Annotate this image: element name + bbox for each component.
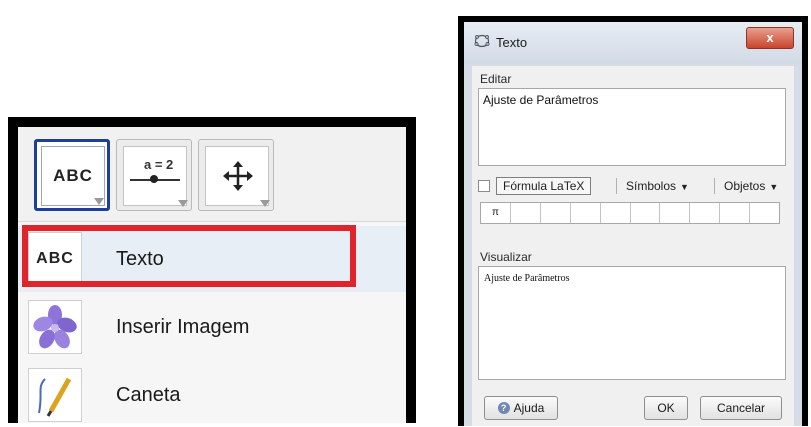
caret-down-icon: ▼ <box>769 182 779 192</box>
symbol-cell[interactable] <box>750 203 779 223</box>
menu-item-label: Inserir Imagem <box>116 315 250 338</box>
close-button[interactable]: x <box>746 27 794 49</box>
dialog-button-bar: ? Ajuda OK Cancelar <box>472 392 794 426</box>
symbols-dropdown-label: Símbolos <box>626 179 677 193</box>
dialog-body: Editar Ajuste de Parâmetros Fórmula LaTe… <box>472 66 794 426</box>
dialog-frame: Texto x Editar Ajuste de Parâmetros Fórm… <box>458 16 808 426</box>
move-tool-button[interactable] <box>198 139 274 211</box>
dropdown-triangle-icon <box>94 198 104 205</box>
symbol-cell[interactable] <box>631 203 661 223</box>
slider-icon-label: a = 2 <box>144 157 174 172</box>
move-arrows-icon <box>223 161 253 191</box>
edit-section-label: Editar <box>480 72 512 86</box>
help-button[interactable]: ? Ajuda <box>484 396 558 420</box>
caret-down-icon: ▼ <box>680 182 689 192</box>
tool-palette: ABC a = 2 ABC Texto Inserir Imagem Canet… <box>18 127 406 423</box>
menu-item-texto[interactable]: ABC Texto <box>18 226 406 292</box>
symbol-cell[interactable] <box>690 203 721 223</box>
dropdown-triangle-icon <box>178 200 188 207</box>
help-icon: ? <box>497 402 510 414</box>
help-button-label: Ajuda <box>513 401 545 415</box>
flower-image-icon <box>28 300 82 354</box>
pen-icon <box>28 368 82 422</box>
symbol-cell[interactable] <box>720 203 751 223</box>
preview-area: Ajuste de Parâmetros <box>478 266 786 380</box>
slider-tool-button[interactable]: a = 2 <box>116 139 192 211</box>
toolbar-divider <box>616 178 617 194</box>
ok-button[interactable]: OK <box>644 396 688 420</box>
tool-dropdown-menu: ABC Texto Inserir Imagem Caneta <box>18 221 406 423</box>
symbol-cell[interactable] <box>601 203 631 223</box>
texto-dialog: Texto x Editar Ajuste de Parâmetros Fórm… <box>464 22 802 426</box>
geogebra-logo-icon <box>474 34 490 48</box>
slider-icon: a = 2 <box>123 146 187 206</box>
symbol-cell[interactable] <box>571 203 601 223</box>
cancel-button[interactable]: Cancelar <box>700 396 782 420</box>
menu-item-label: Caneta <box>116 383 181 406</box>
abc-text-icon: ABC <box>41 146 105 206</box>
objects-dropdown[interactable]: Objetos ▼ <box>724 179 778 193</box>
text-edit-field[interactable]: Ajuste de Parâmetros <box>478 88 786 166</box>
symbol-cell[interactable] <box>660 203 691 223</box>
dialog-title: Texto <box>496 35 528 50</box>
menu-item-inserir-imagem[interactable]: Inserir Imagem <box>18 294 406 360</box>
symbol-cell-pi[interactable]: π <box>481 203 511 223</box>
slider-knob <box>150 175 158 183</box>
dropdown-triangle-icon <box>260 200 270 207</box>
tool-palette-frame: ABC a = 2 ABC Texto Inserir Imagem Canet… <box>8 117 416 423</box>
symbol-bar: π <box>480 202 780 224</box>
toolbar-divider <box>714 178 715 194</box>
latex-checkbox[interactable] <box>478 180 490 192</box>
menu-item-caneta[interactable]: Caneta <box>18 362 406 423</box>
objects-dropdown-label: Objetos <box>724 179 766 193</box>
menu-item-label: Texto <box>116 247 164 270</box>
move-icon-box <box>205 146 269 206</box>
latex-options-row: Fórmula LaTeX Símbolos ▼ Objetos ▼ <box>478 176 788 198</box>
symbol-cell[interactable] <box>511 203 541 223</box>
symbols-dropdown[interactable]: Símbolos ▼ <box>626 179 689 193</box>
dialog-titlebar: Texto x <box>464 22 802 64</box>
latex-checkbox-label[interactable]: Fórmula LaTeX <box>496 177 592 195</box>
preview-section-label: Visualizar <box>480 250 532 264</box>
abc-text-icon: ABC <box>28 232 82 286</box>
symbol-cell[interactable] <box>541 203 571 223</box>
text-tool-button[interactable]: ABC <box>34 139 110 211</box>
